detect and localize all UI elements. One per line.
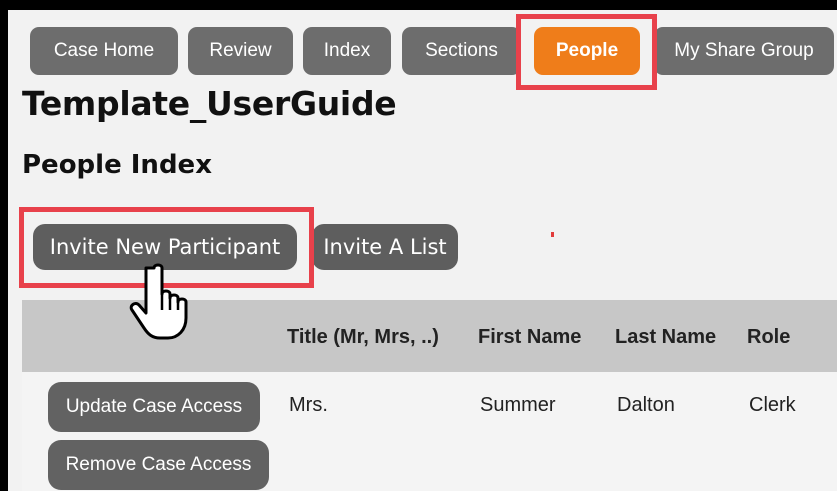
page-subtitle: People Index: [22, 150, 212, 180]
column-header-role: Role: [747, 326, 791, 348]
cell-role: Clerk: [749, 394, 796, 416]
tab-index[interactable]: Index: [303, 27, 391, 75]
tab-sections[interactable]: Sections: [402, 27, 521, 75]
cell-title: Mrs.: [289, 394, 328, 416]
cell-last-name: Dalton: [617, 394, 675, 416]
column-header-title: Title (Mr, Mrs, ..): [287, 326, 439, 348]
column-header-last-name: Last Name: [615, 326, 717, 348]
page-title: Template_UserGuide: [22, 84, 397, 123]
hand-pointer-icon: [129, 263, 188, 340]
invite-a-list-button[interactable]: Invite A List: [312, 224, 458, 270]
update-case-access-button[interactable]: Update Case Access: [48, 382, 260, 432]
tab-case-home[interactable]: Case Home: [30, 27, 178, 75]
tab-review[interactable]: Review: [188, 27, 293, 75]
tab-my-share-group[interactable]: My Share Group: [654, 27, 834, 75]
cell-first-name: Summer: [480, 394, 556, 416]
people-tab-highlight: [516, 14, 657, 90]
column-header-first-name: First Name: [478, 326, 582, 348]
remove-case-access-button[interactable]: Remove Case Access: [48, 440, 269, 490]
stray-mark: [551, 232, 554, 237]
